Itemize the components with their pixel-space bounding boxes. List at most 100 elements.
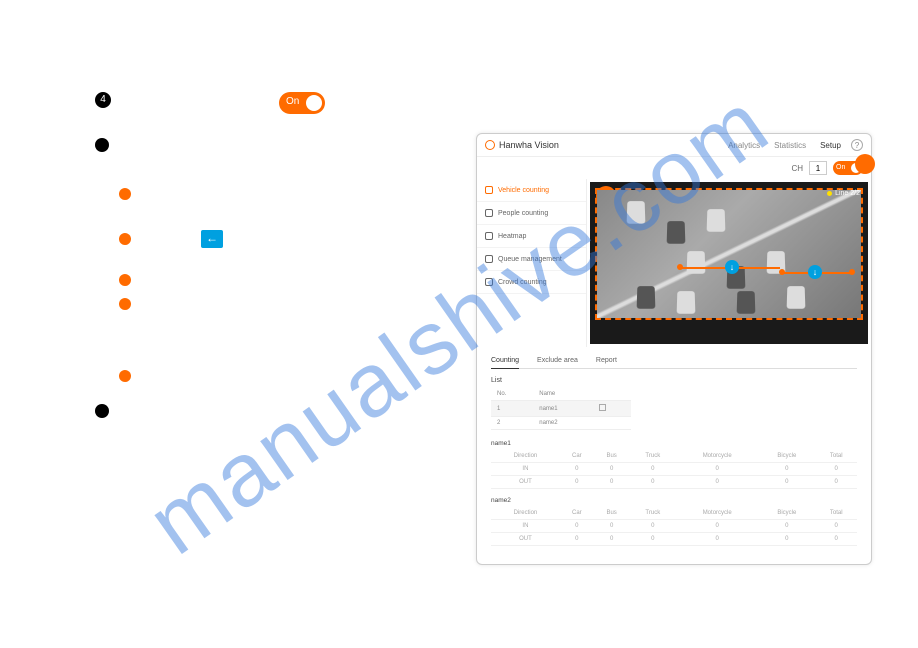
subtab-counting[interactable]: Counting bbox=[491, 357, 519, 369]
cell: 0 bbox=[758, 533, 815, 546]
col-direction: Direction bbox=[491, 507, 560, 520]
col-bicycle: Bicycle bbox=[758, 450, 815, 463]
sidebar: Vehicle counting People counting Heatmap… bbox=[477, 179, 587, 347]
cell: 0 bbox=[815, 476, 857, 489]
list-row[interactable]: 2 name2 bbox=[491, 417, 631, 430]
cell: IN bbox=[491, 520, 560, 533]
col-total: Total bbox=[815, 507, 857, 520]
channel-row: CH 1 On bbox=[477, 157, 871, 179]
sidebar-item-label: People counting bbox=[498, 210, 548, 217]
direction-marker-down-icon[interactable]: ↓ bbox=[725, 260, 739, 274]
channel-select[interactable]: 1 bbox=[809, 161, 827, 175]
enable-toggle[interactable] bbox=[279, 92, 325, 114]
sidebar-item-crowd-counting[interactable]: Crowd counting bbox=[477, 271, 586, 294]
line-endpoint[interactable] bbox=[677, 264, 683, 270]
sidebar-item-people-counting[interactable]: People counting bbox=[477, 202, 586, 225]
tab-setup[interactable]: Setup bbox=[820, 141, 841, 150]
brand: Hanwha Vision bbox=[485, 140, 559, 150]
bullet-orange bbox=[119, 233, 131, 245]
tab-statistics[interactable]: Statistics bbox=[774, 141, 806, 150]
cell: 0 bbox=[594, 533, 630, 546]
data-row: OUT 0 0 0 0 0 0 bbox=[491, 476, 857, 489]
sidebar-item-heatmap[interactable]: Heatmap bbox=[477, 225, 586, 248]
cell: 0 bbox=[560, 520, 594, 533]
list-row[interactable]: 1 name1 bbox=[491, 401, 631, 417]
col-direction: Direction bbox=[491, 450, 560, 463]
cell: 0 bbox=[629, 476, 676, 489]
tab-analytics[interactable]: Analytics bbox=[728, 141, 760, 150]
line-list-table: No. Name 1 name1 2 name2 bbox=[491, 388, 631, 430]
cell: OUT bbox=[491, 533, 560, 546]
data-table: Direction Car Bus Truck Motorcycle Bicyc… bbox=[491, 507, 857, 546]
cell: 0 bbox=[560, 476, 594, 489]
col-bus: Bus bbox=[594, 450, 630, 463]
cell: IN bbox=[491, 463, 560, 476]
cell: 0 bbox=[676, 520, 758, 533]
cell: 0 bbox=[676, 533, 758, 546]
cell: 0 bbox=[594, 463, 630, 476]
cell: 0 bbox=[594, 520, 630, 533]
panel-content: Vehicle counting People counting Heatmap… bbox=[477, 179, 871, 347]
data-row: IN 0 0 0 0 0 0 bbox=[491, 463, 857, 476]
heatmap-icon bbox=[485, 232, 493, 240]
person-icon bbox=[485, 209, 493, 217]
bullet-orange bbox=[119, 188, 131, 200]
line-endpoint[interactable] bbox=[779, 269, 785, 275]
channel-label: CH bbox=[791, 164, 803, 173]
sidebar-item-vehicle-counting[interactable]: Vehicle counting bbox=[477, 179, 586, 202]
cell: 0 bbox=[758, 476, 815, 489]
data-row: OUT 0 0 0 0 0 0 bbox=[491, 533, 857, 546]
back-arrow-icon[interactable] bbox=[201, 230, 223, 248]
sidebar-item-label: Vehicle counting bbox=[498, 187, 549, 194]
sidebar-item-label: Crowd counting bbox=[498, 279, 547, 286]
cell-name: name2 bbox=[533, 417, 593, 430]
col-bus: Bus bbox=[594, 507, 630, 520]
cell: 0 bbox=[629, 520, 676, 533]
data-table: Direction Car Bus Truck Motorcycle Bicyc… bbox=[491, 450, 857, 489]
video-preview[interactable]: ↓ ↓ Line 2/2 bbox=[590, 182, 868, 344]
cell: 0 bbox=[594, 476, 630, 489]
col-car: Car bbox=[560, 450, 594, 463]
bottom-section: Counting Exclude area Report List No. Na… bbox=[477, 347, 871, 564]
col-no: No. bbox=[491, 388, 533, 401]
bullet-black bbox=[95, 138, 109, 152]
panel-header: Hanwha Vision Analytics Statistics Setup… bbox=[477, 134, 871, 157]
subtab-report[interactable]: Report bbox=[596, 357, 617, 364]
cell: 0 bbox=[758, 520, 815, 533]
bullet-orange bbox=[119, 370, 131, 382]
callout-marker-toggle bbox=[855, 154, 875, 174]
cell: 0 bbox=[560, 463, 594, 476]
col-total: Total bbox=[815, 450, 857, 463]
sidebar-item-queue-management[interactable]: Queue management bbox=[477, 248, 586, 271]
line-endpoint[interactable] bbox=[849, 269, 855, 275]
cell-no: 2 bbox=[491, 417, 533, 430]
col-car: Car bbox=[560, 507, 594, 520]
col-truck: Truck bbox=[629, 507, 676, 520]
brand-logo-icon bbox=[485, 140, 495, 150]
cell-name: name1 bbox=[533, 401, 593, 417]
col-bicycle: Bicycle bbox=[758, 507, 815, 520]
cell: 0 bbox=[629, 533, 676, 546]
cell: 0 bbox=[676, 476, 758, 489]
crowd-icon bbox=[485, 278, 493, 286]
direction-marker-down-icon[interactable]: ↓ bbox=[808, 265, 822, 279]
delete-icon[interactable] bbox=[599, 404, 606, 411]
instructions-column: 4 bbox=[95, 92, 455, 430]
sidebar-item-label: Heatmap bbox=[498, 233, 526, 240]
car-icon bbox=[485, 186, 493, 194]
help-icon[interactable]: ? bbox=[851, 139, 863, 151]
bullet-orange bbox=[119, 274, 131, 286]
app-panel: Hanwha Vision Analytics Statistics Setup… bbox=[476, 133, 872, 565]
road-image bbox=[597, 190, 861, 318]
col-motorcycle: Motorcycle bbox=[676, 507, 758, 520]
col-truck: Truck bbox=[629, 450, 676, 463]
col-motorcycle: Motorcycle bbox=[676, 450, 758, 463]
cell: 0 bbox=[560, 533, 594, 546]
top-tabs: Analytics Statistics Setup bbox=[728, 141, 841, 150]
data-row: IN 0 0 0 0 0 0 bbox=[491, 520, 857, 533]
cell: 0 bbox=[815, 463, 857, 476]
col-name: Name bbox=[533, 388, 593, 401]
sidebar-item-label: Queue management bbox=[498, 256, 562, 263]
cell: 0 bbox=[815, 520, 857, 533]
subtab-exclude-area[interactable]: Exclude area bbox=[537, 357, 578, 364]
